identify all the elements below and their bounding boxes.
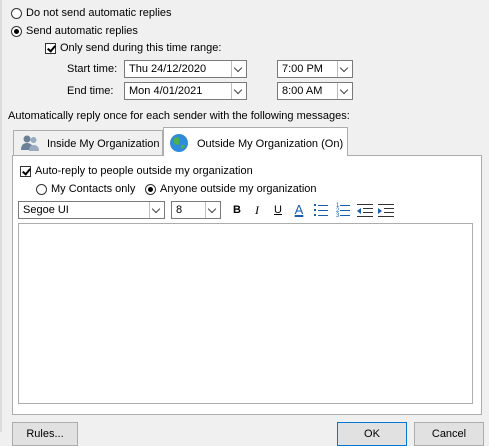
bullet-list-icon[interactable] [314, 203, 328, 217]
font-size-value: 8 [176, 204, 183, 216]
underline-button[interactable]: U [271, 201, 285, 219]
font-name-select[interactable]: Segoe UI [18, 201, 165, 219]
decrease-indent-icon[interactable] [357, 203, 373, 217]
people-icon [21, 135, 39, 151]
rules-button-label: Rules... [26, 428, 64, 440]
start-time-label: Start time: [67, 63, 118, 75]
my-contacts-only-label[interactable]: My Contacts only [51, 183, 135, 195]
autoreply-outside-checkbox[interactable] [20, 166, 31, 177]
chevron-down-icon[interactable] [231, 83, 246, 99]
chevron-down-icon[interactable] [231, 61, 246, 77]
numbered-list-icon[interactable]: 1 2 3 [336, 203, 350, 219]
chevron-down-icon[interactable] [205, 202, 220, 218]
start-date-value: Thu 24/12/2020 [129, 63, 207, 75]
tab-outside-label: Outside My Organization (On) [197, 138, 344, 150]
start-date-picker[interactable]: Thu 24/12/2020 [124, 60, 247, 78]
end-time-label: End time: [67, 85, 114, 97]
send-auto-replies-label[interactable]: Send automatic replies [26, 25, 138, 37]
bold-button[interactable]: B [230, 201, 244, 219]
time-range-label[interactable]: Only send during this time range: [60, 42, 221, 54]
cancel-button-label: Cancel [431, 428, 467, 440]
tab-inside-organization[interactable]: Inside My Organization [13, 130, 163, 155]
my-contacts-only-radio[interactable] [36, 184, 47, 195]
no-auto-replies-label[interactable]: Do not send automatic replies [26, 7, 172, 19]
time-range-checkbox[interactable] [45, 43, 56, 54]
tab-outside-organization[interactable]: Outside My Organization (On) [163, 127, 348, 156]
chevron-down-icon[interactable] [337, 83, 352, 99]
italic-button[interactable]: I [250, 201, 264, 219]
ok-button[interactable]: OK [337, 422, 407, 446]
increase-indent-icon[interactable] [378, 203, 394, 217]
globe-icon [170, 134, 188, 152]
left-edge-divider [0, 0, 2, 432]
autoreply-outside-label[interactable]: Auto-reply to people outside my organiza… [35, 165, 253, 177]
chevron-down-icon[interactable] [337, 61, 352, 77]
anyone-outside-label[interactable]: Anyone outside my organization [160, 183, 317, 195]
chevron-down-icon[interactable] [149, 202, 164, 218]
font-name-value: Segoe UI [23, 204, 69, 216]
send-auto-replies-radio[interactable] [11, 26, 22, 37]
font-color-button[interactable]: A [291, 201, 307, 219]
start-time-value: 7:00 PM [282, 63, 323, 75]
message-editor[interactable] [18, 223, 473, 404]
reply-once-text: Automatically reply once for each sender… [8, 110, 350, 122]
rules-button[interactable]: Rules... [12, 422, 78, 446]
cancel-button[interactable]: Cancel [414, 422, 484, 446]
tab-inside-label: Inside My Organization [47, 138, 160, 150]
font-size-select[interactable]: 8 [171, 201, 221, 219]
end-date-picker[interactable]: Mon 4/01/2021 [124, 82, 247, 100]
end-date-value: Mon 4/01/2021 [129, 85, 203, 97]
no-auto-replies-radio[interactable] [11, 8, 22, 19]
ok-button-label: OK [364, 428, 380, 440]
end-time-value: 8:00 AM [282, 85, 323, 97]
font-color-letter: A [294, 202, 304, 217]
start-time-select[interactable]: 7:00 PM [277, 60, 353, 78]
anyone-outside-radio[interactable] [145, 184, 156, 195]
end-time-select[interactable]: 8:00 AM [277, 82, 353, 100]
